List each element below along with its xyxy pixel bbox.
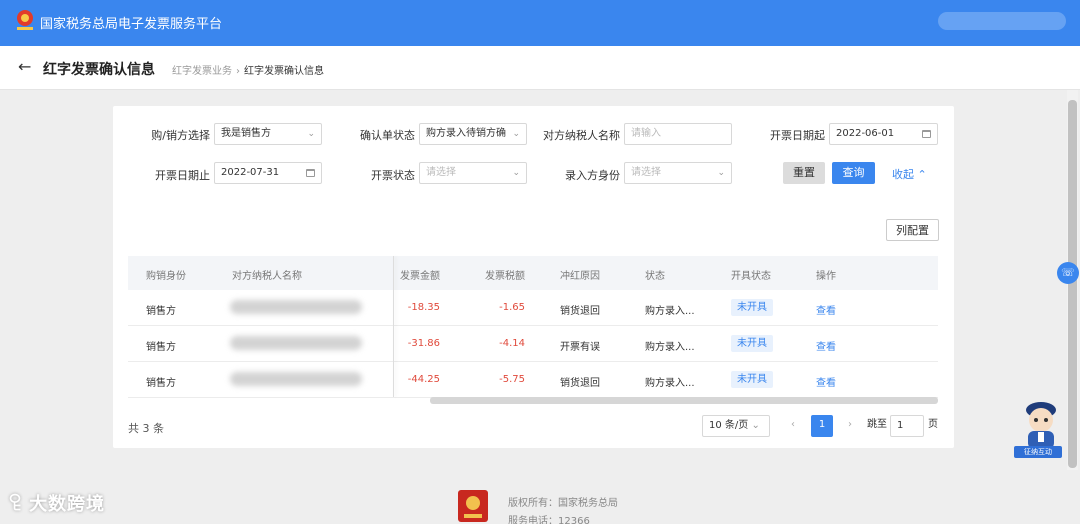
breadcrumb-separator-icon: ›	[236, 66, 240, 77]
column-header-status: 状态	[645, 271, 665, 282]
top-bar: 国家税务总局电子发票服务平台	[0, 0, 1080, 46]
table-header: 购销身份 对方纳税人名称 发票金额 发票税额 冲红原因 状态 开具状态 操作	[128, 256, 938, 290]
entry-identity-select[interactable]: 请选择 ⌄	[624, 162, 732, 184]
table-row: 销售方 -18.35 -1.65 销货退回 购方录入... 未开具 查看	[128, 290, 938, 326]
footer-emblem-icon	[458, 490, 488, 522]
column-header-action: 操作	[816, 271, 836, 282]
app-title: 国家税务总局电子发票服务平台	[40, 17, 223, 32]
entry-identity-label: 录入方身份	[565, 169, 620, 182]
watermark: ꄗ 大数跨境	[8, 494, 106, 515]
table-row: 销售方 -44.25 -5.75 销货退回 购方录入... 未开具 查看	[128, 362, 938, 398]
date-to-label: 开票日期止	[155, 169, 210, 182]
tax-emblem-icon	[17, 10, 33, 30]
column-header-issue-status: 开具状态	[731, 271, 771, 282]
collapse-link[interactable]: 收起 ⌃	[892, 166, 927, 182]
cell-identity: 销售方	[146, 378, 176, 389]
view-link[interactable]: 查看	[816, 302, 836, 317]
page-title: 红字发票确认信息	[43, 62, 155, 78]
page-scrollbar-thumb[interactable]	[1068, 100, 1077, 468]
cell-tax: -4.14	[499, 338, 525, 349]
chevron-down-icon: ⌄	[717, 168, 725, 178]
column-header-counterparty: 对方纳税人名称	[232, 271, 302, 282]
query-button[interactable]: 查询	[832, 162, 875, 184]
watermark-logo-icon: ꄗ	[8, 494, 24, 515]
cell-status: 购方录入...	[645, 342, 695, 353]
title-bar: ← 红字发票确认信息 红字发票业务 › 红字发票确认信息	[0, 46, 1080, 90]
cell-identity: 销售方	[146, 342, 176, 353]
cell-tax: -5.75	[499, 374, 525, 385]
cell-amount: -31.86	[407, 338, 440, 349]
prev-page-icon[interactable]: ‹	[786, 415, 800, 437]
column-header-identity: 购销身份	[146, 271, 186, 282]
footer-phone: 服务电话：12366	[508, 516, 590, 524]
cell-amount: -18.35	[407, 302, 440, 313]
issue-status-badge: 未开具	[731, 335, 773, 352]
issue-status-badge: 未开具	[731, 299, 773, 316]
column-header-reason: 冲红原因	[560, 271, 600, 282]
counterparty-name-label: 对方纳税人名称	[543, 129, 620, 142]
column-config-button[interactable]: 列配置	[886, 219, 939, 241]
cell-status: 购方录入...	[645, 306, 695, 317]
cell-identity: 销售方	[146, 306, 176, 317]
breadcrumb: 红字发票业务 › 红字发票确认信息	[172, 62, 324, 77]
issue-status-label: 开票状态	[371, 169, 415, 182]
interaction-label[interactable]: 征纳互动	[1014, 446, 1062, 458]
column-header-amount: 发票金额	[400, 271, 440, 282]
fixed-column-divider	[393, 256, 394, 397]
breadcrumb-item-current: 红字发票确认信息	[244, 66, 324, 77]
next-page-icon[interactable]: ›	[843, 415, 857, 437]
user-account-menu[interactable]	[938, 12, 1066, 30]
date-from-label: 开票日期起	[770, 129, 825, 142]
issue-status-badge: 未开具	[731, 371, 773, 388]
cell-reason: 销货退回	[560, 306, 600, 317]
cell-reason: 开票有误	[560, 342, 600, 353]
column-header-tax: 发票税额	[485, 271, 525, 282]
cell-amount: -44.25	[407, 374, 440, 385]
page-size-select[interactable]: 10 条/页 ⌄	[702, 415, 770, 437]
reset-button[interactable]: 重置	[783, 162, 825, 184]
cell-counterparty-redacted	[230, 372, 362, 386]
total-count: 共 3 条	[128, 422, 164, 435]
view-link[interactable]: 查看	[816, 374, 836, 389]
back-arrow-icon[interactable]: ←	[18, 59, 31, 75]
jump-page-input[interactable]: 1	[890, 415, 924, 437]
page-suffix-label: 页	[928, 419, 938, 430]
cell-counterparty-redacted	[230, 300, 362, 314]
headset-support-icon[interactable]: ☏	[1057, 262, 1079, 284]
cell-counterparty-redacted	[230, 336, 362, 350]
party-select-label: 购/销方选择	[151, 129, 210, 142]
table-horizontal-scrollbar[interactable]	[430, 397, 938, 404]
jump-to-label: 跳至	[867, 419, 887, 430]
page-number-current[interactable]: 1	[811, 415, 833, 437]
chevron-up-icon: ⌃	[917, 168, 927, 181]
view-link[interactable]: 查看	[816, 338, 836, 353]
footer-copyright: 版权所有：国家税务总局	[508, 498, 618, 509]
calendar-icon	[922, 130, 931, 138]
confirm-status-label: 确认单状态	[360, 129, 415, 142]
cell-reason: 销货退回	[560, 378, 600, 389]
cell-status: 购方录入...	[645, 378, 695, 389]
chevron-down-icon: ⌄	[751, 420, 760, 431]
breadcrumb-item-red-invoice-business[interactable]: 红字发票业务	[172, 66, 232, 77]
table-row: 销售方 -31.86 -4.14 开票有误 购方录入... 未开具 查看	[128, 326, 938, 362]
date-from-picker[interactable]: 2022-06-01	[829, 123, 938, 145]
cell-tax: -1.65	[499, 302, 525, 313]
